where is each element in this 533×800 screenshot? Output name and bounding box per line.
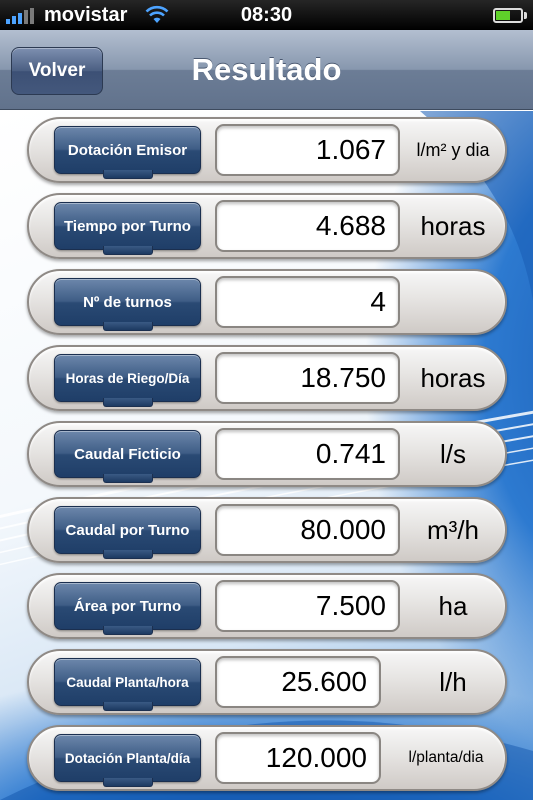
result-row-dotacion-emisor: Dotación Emisor 1.067 l/m² y dia: [27, 117, 507, 183]
numero-turnos-button[interactable]: Nº de turnos: [54, 278, 201, 331]
caudal-planta-hora-button[interactable]: Caudal Planta/hora: [54, 658, 201, 711]
caudal-ficticio-value: 0.741: [215, 428, 400, 480]
status-bar: movistar 08:30: [0, 0, 533, 30]
battery-tip: [524, 12, 527, 19]
label-text: Caudal Ficticio: [74, 445, 181, 463]
label-text: Dotación Planta/día: [64, 750, 191, 766]
page-title: Resultado: [191, 52, 342, 87]
caudal-ficticio-unit: l/s: [440, 438, 466, 469]
result-row-area-por-turno: Área por Turno 7.500 ha: [27, 573, 507, 639]
dotacion-emisor-value: 1.067: [215, 124, 400, 176]
result-row-caudal-por-turno: Caudal por Turno 80.000 m³/h: [27, 497, 507, 563]
caudal-por-turno-value: 80.000: [215, 504, 400, 556]
caudal-por-turno-button[interactable]: Caudal por Turno: [54, 506, 201, 559]
area-por-turno-value: 7.500: [215, 580, 400, 632]
horas-riego-value: 18.750: [215, 352, 400, 404]
horas-riego-button[interactable]: Horas de Riego/Día: [54, 354, 201, 407]
results-panel: Dotación Emisor 1.067 l/m² y dia Tiempo …: [0, 111, 533, 800]
dotacion-planta-dia-value: 120.000: [215, 732, 381, 784]
status-time: 08:30: [240, 4, 293, 26]
label-text: Dotación Emisor: [67, 141, 188, 159]
result-row-caudal-ficticio: Caudal Ficticio 0.741 l/s: [27, 421, 507, 487]
navigation-bar: Volver Resultado: [0, 30, 533, 110]
result-row-numero-turnos: Nº de turnos 4: [27, 269, 507, 335]
numero-turnos-value: 4: [215, 276, 400, 328]
battery-level: [496, 11, 511, 20]
numero-turnos-unit: [401, 276, 505, 328]
area-por-turno-unit: ha: [438, 590, 468, 621]
label-text: Nº de turnos: [83, 293, 172, 311]
caudal-planta-hora-unit: l/h: [439, 666, 467, 697]
tiempo-por-turno-unit: horas: [420, 210, 486, 241]
tiempo-por-turno-value: 4.688: [215, 200, 400, 252]
caudal-por-turno-unit: m³/h: [427, 514, 479, 545]
dotacion-planta-dia-unit: l/planta/dia: [408, 749, 484, 766]
caudal-planta-hora-value: 25.600: [215, 656, 381, 708]
label-text: Caudal por Turno: [65, 521, 190, 539]
dotacion-emisor-unit: l/m² y dia: [416, 139, 490, 160]
dotacion-emisor-button[interactable]: Dotación Emisor: [54, 126, 201, 179]
result-row-caudal-planta-hora: Caudal Planta/hora 25.600 l/h: [27, 649, 507, 715]
horas-riego-unit: horas: [420, 362, 486, 393]
label-text: Caudal Planta/hora: [66, 674, 189, 690]
dotacion-planta-dia-button[interactable]: Dotación Planta/día: [54, 734, 201, 787]
tiempo-por-turno-button[interactable]: Tiempo por Turno: [54, 202, 201, 255]
caudal-ficticio-button[interactable]: Caudal Ficticio: [54, 430, 201, 483]
label-text: Horas de Riego/Día: [65, 370, 190, 386]
battery-icon: [493, 8, 523, 23]
result-row-horas-riego: Horas de Riego/Día 18.750 horas: [27, 345, 507, 411]
result-row-dotacion-planta-dia: Dotación Planta/día 120.000 l/planta/dia: [27, 725, 507, 791]
label-text: Tiempo por Turno: [64, 217, 191, 235]
label-text: Área por Turno: [73, 597, 182, 615]
result-row-tiempo-por-turno: Tiempo por Turno 4.688 horas: [27, 193, 507, 259]
area-por-turno-button[interactable]: Área por Turno: [54, 582, 201, 635]
